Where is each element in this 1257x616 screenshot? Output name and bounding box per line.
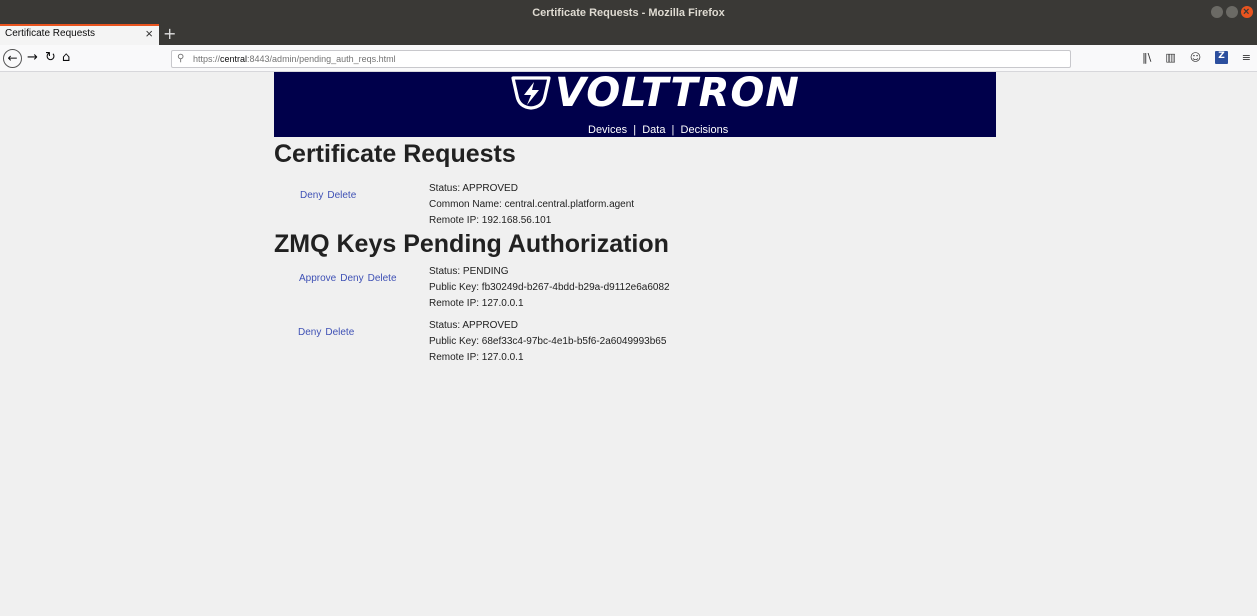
volttron-banner: VOLTTRON ™ Devices | Data | Decisions bbox=[274, 70, 996, 137]
window-title: Certificate Requests - Mozilla Firefox bbox=[532, 7, 725, 19]
common-name-text: Common Name: central.central.platform.ag… bbox=[429, 199, 635, 210]
status-text: Status: APPROVED bbox=[429, 320, 518, 331]
volttron-logo-icon bbox=[511, 76, 551, 110]
close-window-button[interactable] bbox=[1241, 0, 1253, 24]
deny-button[interactable]: Deny bbox=[298, 327, 321, 338]
tab-certificate-requests[interactable]: Certificate Requests × bbox=[0, 24, 159, 45]
new-tab-icon[interactable]: + bbox=[163, 24, 176, 43]
cert-request-actions: Deny Delete bbox=[300, 190, 360, 201]
search-icon: ⚲ bbox=[177, 53, 185, 64]
zmq-key-details: Status: PENDING Public Key: fb30249d-b26… bbox=[429, 264, 670, 312]
forward-icon[interactable]: → bbox=[27, 49, 38, 67]
zmq-key-actions: Approve Deny Delete bbox=[299, 273, 401, 284]
zmq-key-actions: Deny Delete bbox=[298, 327, 358, 338]
zmq-key-details: Status: APPROVED Public Key: 68ef33c4-97… bbox=[429, 318, 666, 366]
reload-icon[interactable]: ↻ bbox=[45, 49, 56, 67]
delete-button[interactable]: Delete bbox=[325, 327, 354, 338]
status-text: Status: PENDING bbox=[429, 266, 509, 277]
remote-ip-text: Remote IP: 192.168.56.101 bbox=[429, 215, 552, 226]
close-tab-icon[interactable]: × bbox=[145, 26, 153, 41]
sidebar-icon[interactable]: ▥ bbox=[1165, 51, 1175, 64]
minimize-button[interactable] bbox=[1211, 6, 1223, 18]
url-prefix: https:// bbox=[193, 54, 221, 64]
account-icon[interactable]: ☺ bbox=[1190, 51, 1201, 64]
menu-icon[interactable]: ≡ bbox=[1242, 51, 1251, 64]
window-controls bbox=[1211, 0, 1253, 24]
cert-request-details: Status: APPROVED Common Name: central.ce… bbox=[429, 181, 634, 229]
toolbar-icons: ‖\ ▥ ☺ Z ≡ bbox=[1142, 51, 1251, 64]
logo-text: VOLTTRON bbox=[555, 70, 800, 116]
navigation-toolbar: ← → ↻ ⌂ ⚲ https://central:8443/admin/pen… bbox=[0, 45, 1257, 72]
url-host: central bbox=[220, 54, 248, 64]
delete-button[interactable]: Delete bbox=[327, 190, 356, 201]
public-key-text: Public Key: 68ef33c4-97bc-4e1b-b5f6-2a60… bbox=[429, 336, 667, 347]
trademark-mark: ™ bbox=[752, 81, 759, 89]
deny-button[interactable]: Deny bbox=[300, 190, 323, 201]
zotero-icon[interactable]: Z bbox=[1215, 51, 1228, 64]
banner-tagline: Devices | Data | Decisions bbox=[588, 124, 729, 136]
url-bar[interactable]: ⚲ https://central:8443/admin/pending_aut… bbox=[171, 50, 1071, 68]
zmq-keys-heading: ZMQ Keys Pending Authorization bbox=[274, 230, 669, 258]
remote-ip-text: Remote IP: 127.0.0.1 bbox=[429, 298, 524, 309]
maximize-button[interactable] bbox=[1226, 6, 1238, 18]
remote-ip-text: Remote IP: 127.0.0.1 bbox=[429, 352, 524, 363]
deny-button[interactable]: Deny bbox=[340, 273, 363, 284]
status-text: Status: APPROVED bbox=[429, 183, 518, 194]
back-button[interactable]: ← bbox=[3, 49, 22, 68]
approve-button[interactable]: Approve bbox=[299, 273, 336, 284]
home-icon[interactable]: ⌂ bbox=[62, 49, 70, 67]
tab-label: Certificate Requests bbox=[5, 28, 96, 39]
tab-strip: Certificate Requests × + bbox=[0, 24, 1257, 45]
delete-button[interactable]: Delete bbox=[368, 273, 397, 284]
certificate-requests-heading: Certificate Requests bbox=[274, 140, 516, 168]
window-titlebar: Certificate Requests - Mozilla Firefox bbox=[0, 0, 1257, 24]
public-key-text: Public Key: fb30249d-b267-4bdd-b29a-d911… bbox=[429, 282, 670, 293]
url-path: :8443/admin/pending_auth_reqs.html bbox=[247, 54, 396, 64]
library-icon[interactable]: ‖\ bbox=[1142, 51, 1151, 64]
